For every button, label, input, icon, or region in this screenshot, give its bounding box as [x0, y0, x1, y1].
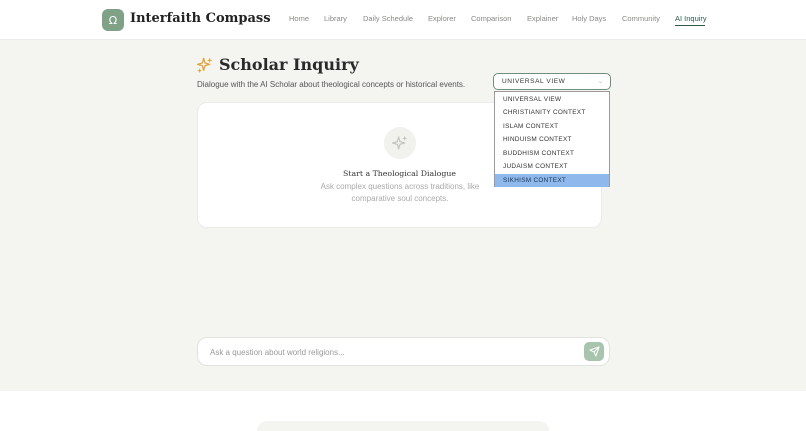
- context-option-judaism[interactable]: JUDAISM CONTEXT: [495, 160, 609, 173]
- context-option-universal[interactable]: UNIVERSAL VIEW: [495, 93, 609, 106]
- context-option-sikhism[interactable]: SIKHISM CONTEXT: [495, 174, 609, 187]
- context-dropdown: UNIVERSAL VIEW CHRISTIANITY CONTEXT ISLA…: [494, 91, 610, 187]
- context-option-hinduism[interactable]: HINDUISM CONTEXT: [495, 133, 609, 146]
- chevron-down-icon: ⌄: [597, 78, 604, 85]
- page-subtitle: Dialogue with the AI Scholar about theol…: [197, 80, 466, 89]
- context-option-islam[interactable]: ISLAM CONTEXT: [495, 120, 609, 133]
- context-option-buddhism[interactable]: BUDDHISM CONTEXT: [495, 147, 609, 160]
- sparkles-icon: [392, 135, 408, 150]
- empty-state-description: Ask complex questions across traditions,…: [320, 182, 480, 203]
- context-option-christianity[interactable]: CHRISTIANITY CONTEXT: [495, 106, 609, 119]
- sparkles-icon: [197, 57, 213, 73]
- nav-active-underline: [675, 25, 705, 26]
- context-select[interactable]: UNIVERSAL VIEW ⌄: [493, 73, 611, 90]
- nav-item-ai-inquiry[interactable]: AI Inquiry: [675, 14, 707, 23]
- composer: [197, 337, 610, 366]
- footer-card: [257, 421, 549, 431]
- send-button[interactable]: [584, 342, 604, 361]
- nav-item-explainer[interactable]: Explainer: [527, 14, 558, 23]
- question-input[interactable]: [206, 343, 566, 361]
- nav-item-daily-schedule[interactable]: Daily Schedule: [363, 14, 413, 23]
- context-select-value: UNIVERSAL VIEW: [502, 78, 566, 85]
- top-header: Ω Interfaith Compass Home Library Daily …: [0, 0, 806, 40]
- nav-item-comparison[interactable]: Comparison: [471, 14, 511, 23]
- nav-item-explorer[interactable]: Explorer: [428, 14, 456, 23]
- nav-item-community[interactable]: Community: [622, 14, 660, 23]
- nav-item-home[interactable]: Home: [289, 14, 309, 23]
- nav-item-library[interactable]: Library: [324, 14, 347, 23]
- send-icon: [588, 346, 600, 357]
- nav-item-holy-days[interactable]: Holy Days: [572, 14, 606, 23]
- page-title: Scholar Inquiry: [219, 55, 359, 74]
- empty-state-icon-circle: [384, 127, 416, 159]
